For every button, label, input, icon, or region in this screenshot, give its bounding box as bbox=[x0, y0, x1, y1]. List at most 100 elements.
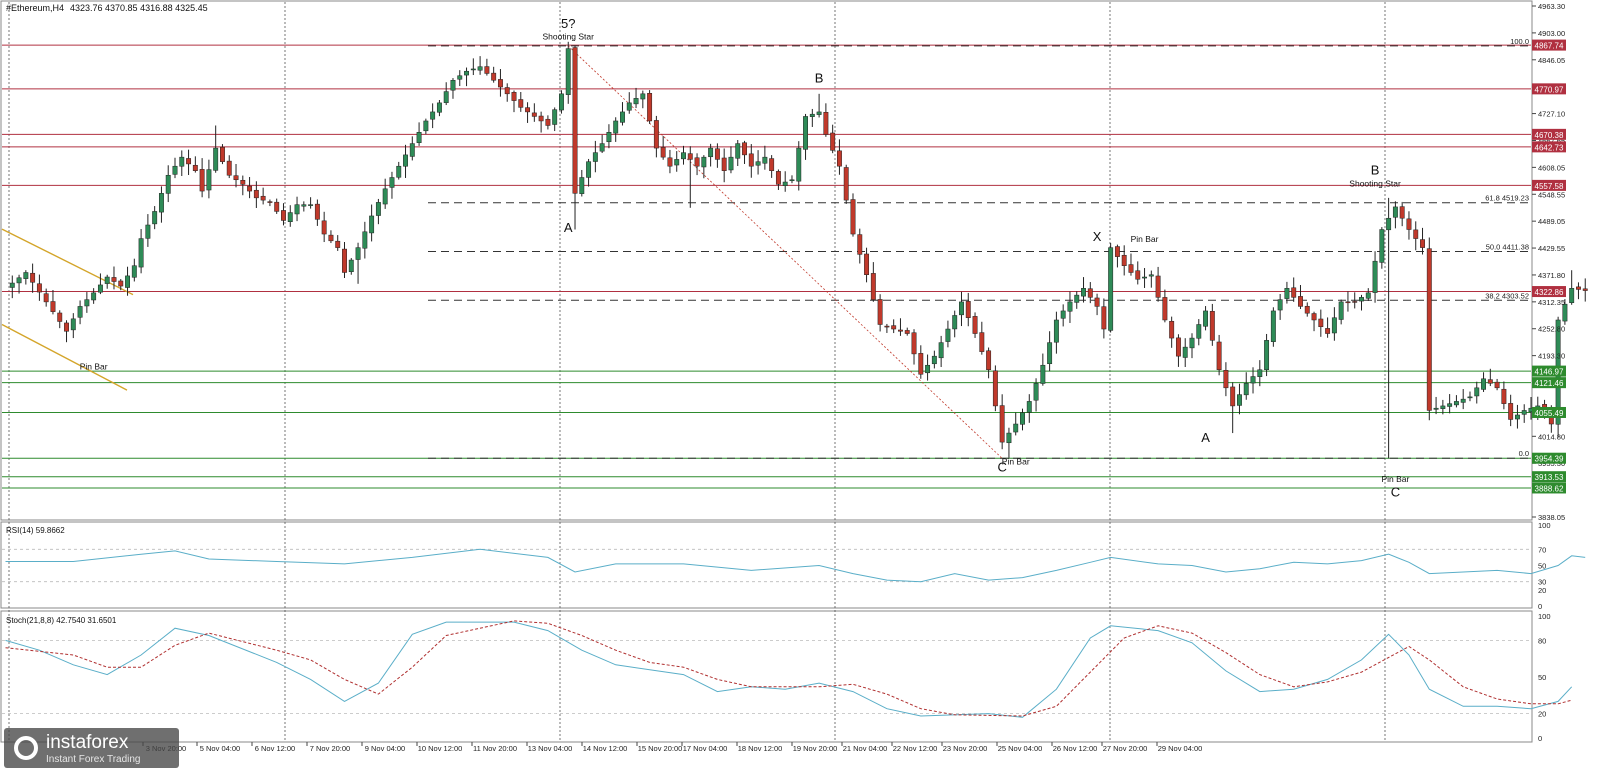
candle-body bbox=[755, 161, 761, 166]
price-level-tag-label: 4867.74 bbox=[1535, 42, 1564, 51]
candle-body bbox=[972, 316, 978, 334]
candle-body bbox=[1128, 264, 1134, 273]
chart-header-symbol: #Ethereum,H4 bbox=[6, 3, 64, 13]
candle-body bbox=[308, 204, 314, 206]
candle-body bbox=[1108, 247, 1114, 331]
candle-body bbox=[423, 120, 429, 132]
candle-body bbox=[653, 120, 659, 149]
candle-body bbox=[1359, 297, 1364, 302]
candle-body bbox=[1209, 311, 1215, 341]
candle-body bbox=[877, 299, 883, 325]
candle-body bbox=[416, 132, 422, 143]
candle-body bbox=[118, 280, 124, 287]
candle-body bbox=[1223, 370, 1229, 389]
candle-body bbox=[525, 107, 531, 113]
candle-body bbox=[1135, 270, 1141, 280]
candle-body bbox=[674, 159, 680, 166]
candle-body bbox=[1196, 324, 1202, 339]
candle-body bbox=[491, 72, 497, 81]
price-level-tag-label: 4670.38 bbox=[1535, 131, 1564, 140]
candle-body bbox=[253, 189, 259, 199]
pattern-label: Pin Bar bbox=[80, 362, 108, 372]
candle-body bbox=[1460, 398, 1466, 403]
candle-body bbox=[1067, 301, 1073, 312]
candle-body bbox=[104, 276, 110, 284]
time-axis: 3 Nov 20:005 Nov 04:006 Nov 12:007 Nov 2… bbox=[142, 742, 1202, 753]
osc-tick-label: 100 bbox=[1538, 521, 1551, 530]
candle-body bbox=[1074, 294, 1080, 303]
candle-body bbox=[314, 203, 320, 220]
wave-label: 5? bbox=[561, 16, 575, 31]
wave-label: C bbox=[1391, 484, 1400, 499]
candle-body bbox=[274, 201, 280, 212]
candle-body bbox=[938, 342, 944, 359]
candle-body bbox=[321, 220, 327, 235]
candle-body bbox=[1101, 306, 1107, 330]
price-level-tag-label: 3913.53 bbox=[1535, 473, 1564, 482]
candle-body bbox=[186, 158, 192, 165]
candle-body bbox=[1311, 313, 1317, 321]
candle-body bbox=[91, 292, 97, 301]
candle-body bbox=[1060, 310, 1066, 319]
fib-level-label: 50.0 4411.38 bbox=[1486, 243, 1529, 252]
candle-body bbox=[369, 215, 375, 234]
price-tick-label: 4252.80 bbox=[1538, 325, 1565, 334]
price-axis: 4963.304903.004846.054786.604727.104667.… bbox=[1532, 2, 1565, 522]
candle-body bbox=[850, 199, 856, 235]
candle-body bbox=[484, 66, 490, 74]
candle-body bbox=[57, 312, 63, 322]
candle-body bbox=[979, 332, 985, 352]
price-level-tag-label: 4322.86 bbox=[1535, 288, 1564, 297]
candle-body bbox=[1487, 379, 1493, 384]
candle-body bbox=[864, 253, 870, 275]
osc-tick-label: 0 bbox=[1538, 602, 1542, 611]
candle-body bbox=[1047, 342, 1053, 365]
candle-body bbox=[1203, 310, 1209, 327]
candle-body bbox=[477, 66, 483, 71]
candle-body bbox=[891, 325, 897, 330]
candle-body bbox=[789, 179, 795, 182]
candle-body bbox=[1426, 248, 1432, 411]
candle-body bbox=[1291, 287, 1297, 298]
candle-body bbox=[1020, 412, 1025, 425]
candle-body bbox=[328, 234, 334, 242]
osc-tick-label: 20 bbox=[1538, 586, 1546, 595]
candle-body bbox=[1006, 432, 1012, 444]
time-tick-label: 18 Nov 12:00 bbox=[738, 744, 783, 753]
candle-body bbox=[1148, 274, 1154, 277]
candle-body bbox=[23, 272, 29, 279]
price-tick-label: 4903.00 bbox=[1538, 29, 1565, 38]
candle-body bbox=[497, 79, 503, 88]
candle-body bbox=[931, 355, 937, 365]
candle-body bbox=[518, 99, 524, 108]
candle-body bbox=[165, 174, 171, 194]
candle-body bbox=[226, 160, 232, 176]
candle-body bbox=[281, 210, 286, 221]
candle-body bbox=[1453, 401, 1459, 406]
candle-body bbox=[436, 102, 442, 113]
candle-body bbox=[396, 165, 402, 178]
candle-body bbox=[1182, 346, 1188, 358]
candle-body bbox=[457, 75, 463, 80]
fib-level-label: 61.8 4519.23 bbox=[1485, 194, 1529, 203]
candle-body bbox=[470, 68, 476, 71]
candle-body bbox=[592, 152, 598, 162]
candle-body bbox=[667, 157, 673, 167]
candle-body bbox=[660, 146, 666, 158]
candle-body bbox=[1325, 328, 1331, 334]
candle-body bbox=[769, 158, 775, 171]
candle-body bbox=[721, 157, 727, 171]
price-level-tag-label: 4121.46 bbox=[1535, 379, 1564, 388]
candle-body bbox=[1114, 246, 1120, 257]
candle-body bbox=[1467, 396, 1473, 399]
candle-body bbox=[294, 204, 300, 215]
candle-body bbox=[782, 181, 788, 186]
candle-body bbox=[1169, 320, 1175, 339]
candle-body bbox=[809, 113, 815, 117]
candle-body bbox=[1216, 341, 1222, 370]
pattern-label: Shooting Star bbox=[542, 32, 594, 42]
candle-body bbox=[742, 142, 747, 156]
candle-body bbox=[1508, 403, 1514, 420]
candle-body bbox=[172, 165, 178, 175]
candle-body bbox=[9, 282, 15, 288]
